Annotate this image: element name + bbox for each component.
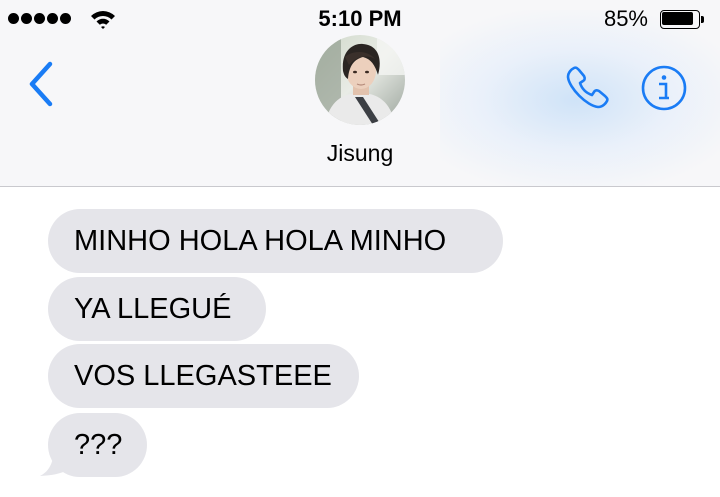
- info-icon: [641, 65, 687, 111]
- battery-icon: [660, 10, 704, 29]
- message-bubble[interactable]: YA LLEGUÉ: [48, 277, 266, 341]
- info-button[interactable]: [640, 64, 688, 112]
- conversation-header: 5:10 PM 85% Jisung: [0, 0, 720, 187]
- chevron-left-icon: [29, 61, 53, 107]
- messages-screen: 5:10 PM 85% Jisung MINHO HOLA HOLA MINHO…: [0, 0, 720, 497]
- message-thread: MINHO HOLA HOLA MINHO YA LLEGUÉ VOS LLEG…: [0, 187, 720, 497]
- contact-avatar[interactable]: [315, 35, 405, 125]
- message-bubble[interactable]: ???: [48, 413, 147, 477]
- phone-icon: [566, 66, 609, 109]
- battery-percentage: 85%: [603, 6, 648, 31]
- message-bubble[interactable]: VOS LLEGASTEEE: [48, 344, 359, 408]
- message-row: MINHO HOLA HOLA MINHO: [0, 209, 720, 273]
- message-row: YA LLEGUÉ: [0, 277, 720, 341]
- status-bar: 5:10 PM 85%: [0, 0, 720, 38]
- message-row: VOS LLEGASTEEE: [0, 344, 720, 408]
- contact-name[interactable]: Jisung: [0, 140, 720, 167]
- call-button[interactable]: [563, 62, 613, 112]
- message-row: ???: [0, 413, 720, 477]
- back-button[interactable]: [24, 58, 60, 110]
- avatar-photo: [315, 35, 405, 125]
- message-bubble[interactable]: MINHO HOLA HOLA MINHO: [48, 209, 503, 273]
